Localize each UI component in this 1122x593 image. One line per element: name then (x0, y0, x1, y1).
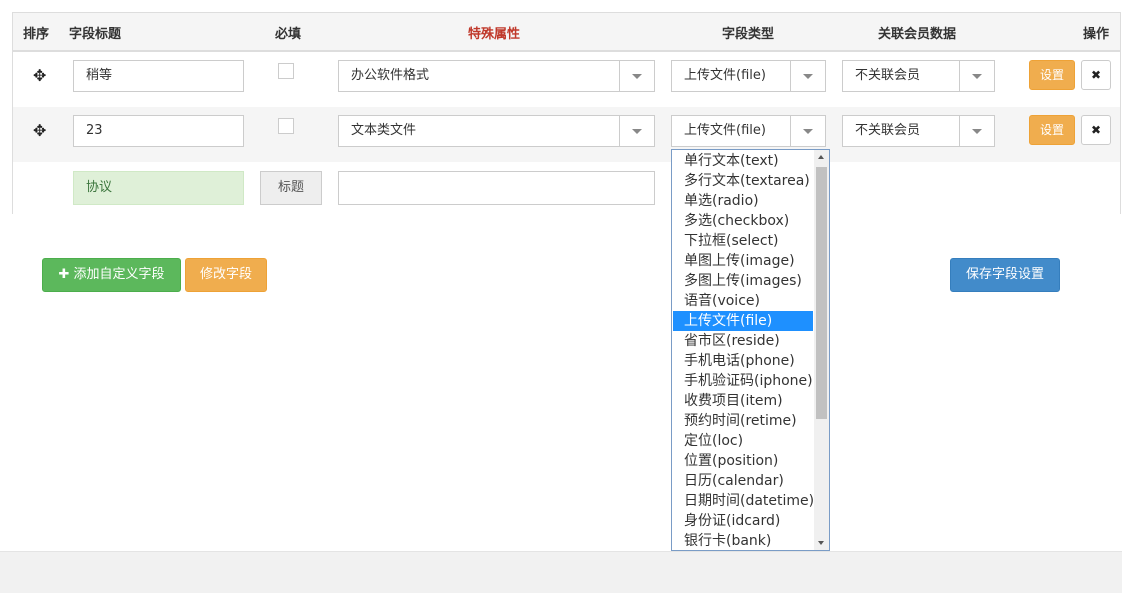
header-field-title: 字段标题 (69, 27, 122, 42)
special-select-value: 文本类文件 (351, 123, 417, 138)
select-divider (619, 61, 620, 91)
member-select-value: 不关联会员 (855, 123, 921, 138)
dropdown-option[interactable]: 收费项目(item) (673, 391, 813, 411)
member-select[interactable]: 不关联会员 (842, 60, 995, 92)
field-type-value: 上传文件(file) (684, 123, 766, 138)
select-divider (790, 116, 791, 146)
chevron-down-icon (632, 74, 642, 79)
field-type-value: 上传文件(file) (684, 68, 766, 83)
select-divider (959, 116, 960, 146)
dropdown-option[interactable]: 下拉框(select) (673, 231, 813, 251)
delete-button[interactable]: ✖ (1081, 115, 1111, 145)
field-type-dropdown-list[interactable]: 单行文本(text) 多行文本(textarea) 单选(radio) 多选(chec… (671, 149, 830, 551)
special-select-value: 办公软件格式 (351, 68, 430, 83)
settings-button[interactable]: 设置 (1029, 60, 1075, 90)
chevron-down-icon (632, 129, 642, 134)
dropdown-option[interactable]: 上传文件(file) (673, 311, 813, 331)
field-title-input[interactable]: 23 (73, 115, 244, 147)
dropdown-option[interactable]: 多图上传(images) (673, 271, 813, 291)
chevron-down-icon (972, 129, 982, 134)
save-field-settings-button[interactable]: 保存字段设置 (950, 258, 1060, 292)
table-row: ✥ 稍等 办公软件格式 上传文件(file) 不关联会员 设置 ✖ (13, 52, 1120, 108)
dropdown-option[interactable]: 身份证(idcard) (673, 511, 813, 531)
header-sort: 排序 (23, 27, 50, 42)
select-divider (619, 116, 620, 146)
special-select[interactable]: 办公软件格式 (338, 60, 655, 92)
member-select[interactable]: 不关联会员 (842, 115, 995, 147)
add-custom-field-button[interactable]: ✚ 添加自定义字段 (42, 258, 181, 292)
move-icon[interactable]: ✥ (33, 66, 46, 85)
delete-button[interactable]: ✖ (1081, 60, 1111, 90)
required-checkbox[interactable] (278, 118, 294, 134)
dropdown-option[interactable]: 银行卡(bank) (673, 531, 813, 550)
modify-field-button[interactable]: 修改字段 (185, 258, 267, 292)
chevron-down-icon (972, 74, 982, 79)
chevron-down-icon (803, 74, 813, 79)
header-special: 特殊属性 (468, 27, 521, 42)
field-title-input[interactable]: 稍等 (73, 60, 244, 92)
required-checkbox[interactable] (278, 63, 294, 79)
dropdown-option[interactable]: 日历(calendar) (673, 471, 813, 491)
agreement-title-input[interactable] (338, 171, 655, 205)
dropdown-option[interactable]: 手机验证码(iphone) (673, 371, 813, 391)
chevron-down-icon (803, 129, 813, 134)
dropdown-option[interactable]: 定位(loc) (673, 431, 813, 451)
dropdown-option[interactable]: 位置(position) (673, 451, 813, 471)
add-custom-field-label: 添加自定义字段 (73, 267, 165, 282)
field-type-select[interactable]: 上传文件(file) (671, 60, 826, 92)
dropdown-option[interactable]: 多行文本(textarea) (673, 171, 813, 191)
header-ops: 操作 (1083, 27, 1110, 42)
table-row: ✥ 23 文本类文件 上传文件(file) 不关联会员 设置 ✖ (13, 107, 1120, 163)
scrollbar[interactable] (814, 150, 829, 550)
member-select-value: 不关联会员 (855, 68, 921, 83)
field-type-select[interactable]: 上传文件(file) (671, 115, 826, 147)
title-tag: 标题 (260, 171, 322, 205)
fields-table: 排序 字段标题 必填 特殊属性 字段类型 关联会员数据 操作 ✥ 稍等 办公软件… (12, 12, 1121, 217)
plus-icon: ✚ (58, 267, 70, 282)
header-member-link: 关联会员数据 (878, 27, 957, 42)
dropdown-option[interactable]: 单行文本(text) (673, 151, 813, 171)
dropdown-option[interactable]: 单图上传(image) (673, 251, 813, 271)
footer-bar (0, 551, 1122, 593)
select-divider (790, 61, 791, 91)
dropdown-option[interactable]: 单选(radio) (673, 191, 813, 211)
settings-button[interactable]: 设置 (1029, 115, 1075, 145)
select-divider (959, 61, 960, 91)
dropdown-option[interactable]: 语音(voice) (673, 291, 813, 311)
move-icon[interactable]: ✥ (33, 121, 46, 140)
special-select[interactable]: 文本类文件 (338, 115, 655, 147)
dropdown-option[interactable]: 多选(checkbox) (673, 211, 813, 231)
header-required: 必填 (275, 27, 302, 42)
agreement-label[interactable]: 协议 (73, 171, 244, 205)
table-header: 排序 字段标题 必填 特殊属性 字段类型 关联会员数据 操作 (13, 13, 1120, 52)
dropdown-option[interactable]: 日期时间(datetime) (673, 491, 814, 511)
agreement-row: 协议 标题 (13, 162, 1120, 217)
header-field-type: 字段类型 (722, 27, 775, 42)
scroll-up-arrow-icon[interactable] (818, 155, 824, 159)
scroll-down-arrow-icon[interactable] (818, 541, 824, 545)
dropdown-option[interactable]: 省市区(reside) (673, 331, 813, 351)
dropdown-option[interactable]: 手机电话(phone) (673, 351, 813, 371)
dropdown-option[interactable]: 预约时间(retime) (673, 411, 813, 431)
scrollbar-thumb[interactable] (816, 167, 827, 419)
